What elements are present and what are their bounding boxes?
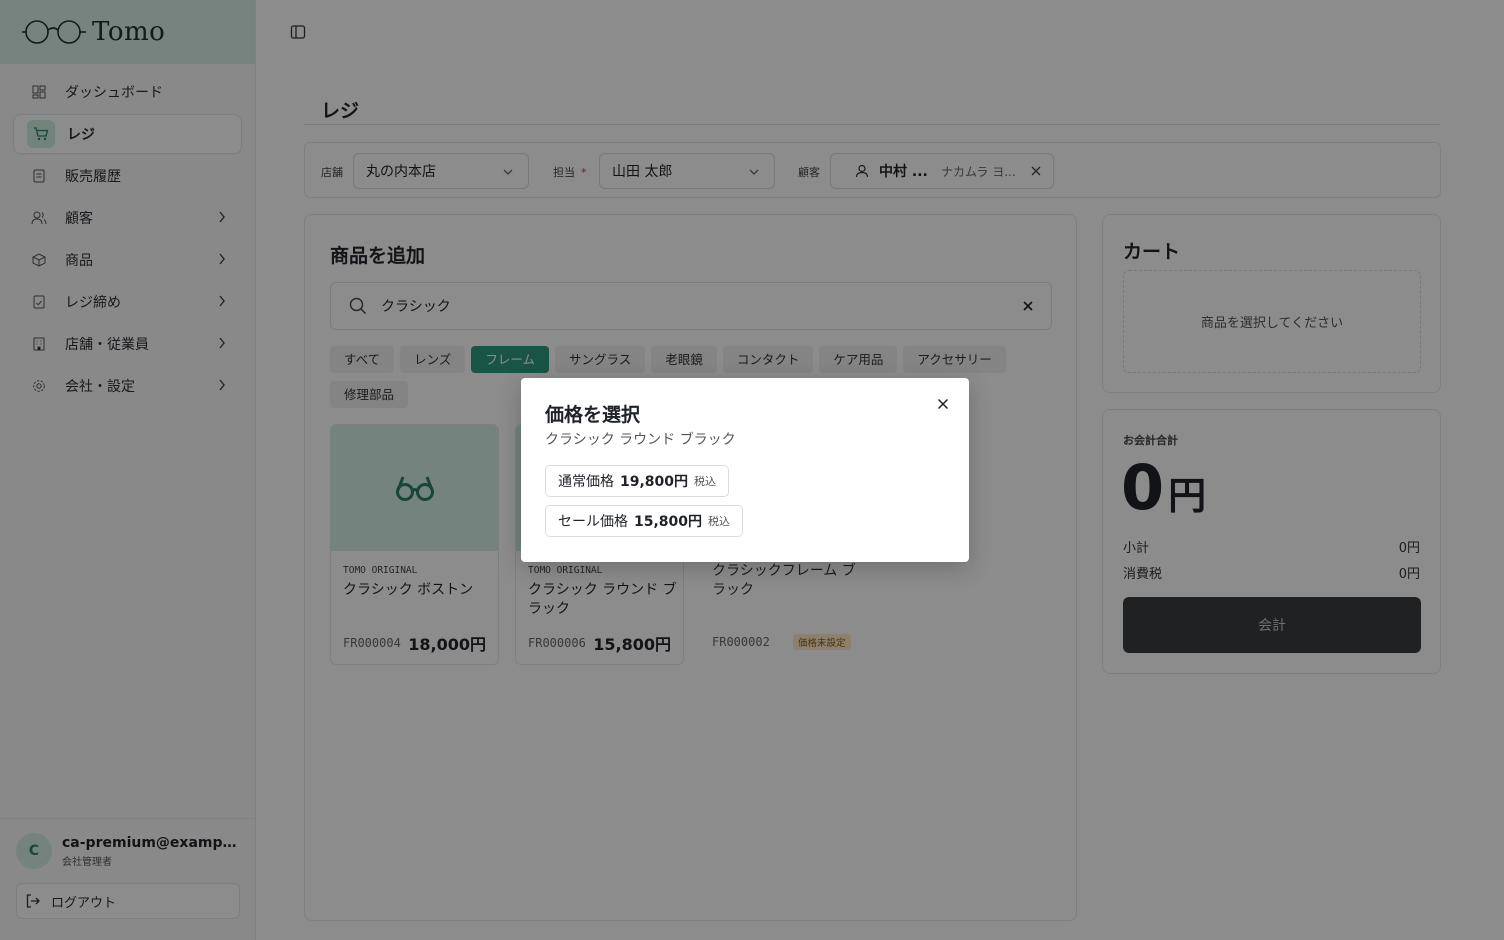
close-icon bbox=[937, 398, 949, 410]
regular-price-option[interactable]: 通常価格 19,800円 税込 bbox=[545, 465, 730, 497]
price-option-label: セール価格 bbox=[558, 514, 628, 530]
price-select-dialog: 価格を選択 クラシック ラウンド ブラック 通常価格 19,800円 税込 セー… bbox=[521, 378, 969, 562]
price-option-amount: 19,800円 bbox=[620, 474, 689, 490]
dialog-subtitle: クラシック ラウンド ブラック bbox=[545, 432, 736, 448]
close-button[interactable] bbox=[935, 396, 951, 412]
dialog-title: 価格を選択 bbox=[545, 404, 641, 426]
price-option-amount: 15,800円 bbox=[634, 514, 703, 530]
sale-price-option[interactable]: セール価格 15,800円 税込 bbox=[545, 505, 744, 537]
price-option-tax-note: 税込 bbox=[694, 475, 717, 488]
price-option-tax-note: 税込 bbox=[708, 515, 731, 528]
price-option-label: 通常価格 bbox=[558, 474, 614, 490]
